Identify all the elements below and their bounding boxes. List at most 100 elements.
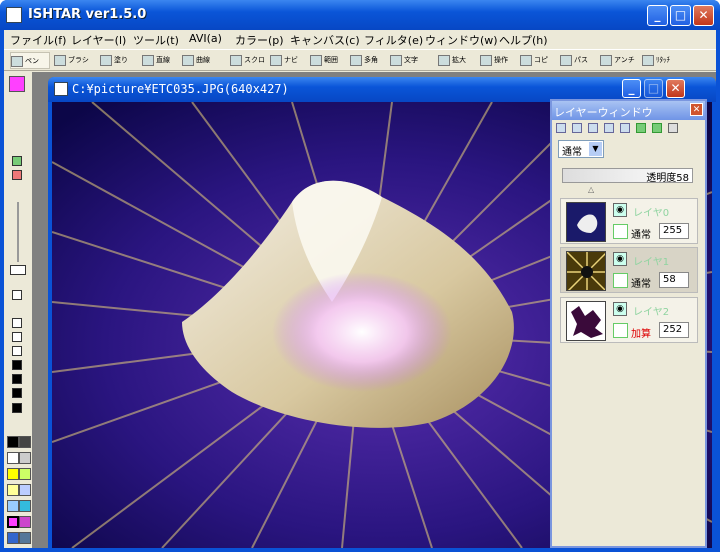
layer-lock-checkbox[interactable]: [613, 224, 628, 239]
blend-mode-select[interactable]: 通常 ▼: [558, 140, 604, 158]
tool-operate[interactable]: 操作: [480, 52, 518, 69]
layer-opacity[interactable]: 252: [659, 322, 689, 338]
tool-zoom[interactable]: 拡大: [438, 52, 476, 69]
layer-lock-checkbox[interactable]: [613, 323, 628, 338]
tool-antialias[interactable]: アンチ: [600, 52, 640, 69]
brush-tip-8[interactable]: [12, 403, 22, 413]
layer-row-1[interactable]: ◉ レイヤ1 通常 58: [560, 247, 698, 293]
close-button[interactable]: ✕: [693, 5, 714, 26]
tool-retouch[interactable]: ﾘﾀｯﾁ: [642, 52, 678, 69]
fill-icon: [100, 55, 112, 66]
pen-icon: [11, 56, 23, 67]
tool-pen[interactable]: ペン: [10, 52, 50, 69]
palette-swatch[interactable]: [19, 500, 31, 512]
menu-help[interactable]: ヘルプ(h): [499, 32, 548, 48]
palette-swatch-selected[interactable]: [7, 516, 19, 528]
brush-tip-7[interactable]: [12, 388, 22, 398]
antialias-icon: [600, 55, 612, 66]
palette-swatch[interactable]: [19, 532, 31, 544]
polygon-icon: [350, 55, 362, 66]
layer-window-title: レイヤーウィンドウ: [552, 101, 705, 120]
palette-swatch[interactable]: [7, 436, 19, 448]
doc-minimize-button[interactable]: _: [622, 79, 641, 98]
tool-polygon[interactable]: 多角: [350, 52, 386, 69]
remove-icon[interactable]: [12, 170, 22, 180]
tool-text[interactable]: 文字: [390, 52, 426, 69]
app-window: ISHTAR ver1.5.0 _ □ ✕ ファイル(f) レイヤー(l) ツー…: [0, 0, 720, 552]
new-layer-icon[interactable]: [556, 123, 566, 133]
doc-close-button[interactable]: ✕: [666, 79, 685, 98]
curve-icon: [182, 55, 194, 66]
title-bar: ISHTAR ver1.5.0 _ □ ✕: [0, 0, 720, 30]
delete-layer-icon[interactable]: [668, 123, 678, 133]
brush-tip-4[interactable]: [12, 346, 22, 356]
palette-swatch[interactable]: [19, 452, 31, 464]
tool-path[interactable]: パス: [560, 52, 596, 69]
menu-file[interactable]: ファイル(f): [10, 32, 66, 48]
maximize-button[interactable]: □: [670, 5, 691, 26]
minimize-button[interactable]: _: [647, 5, 668, 26]
palette-swatch[interactable]: [7, 532, 19, 544]
layer-opacity[interactable]: 58: [659, 272, 689, 288]
layer-row-0[interactable]: ◉ レイヤ0 通常 255: [560, 198, 698, 244]
opacity-bar[interactable]: 透明度58: [562, 168, 693, 184]
layer-name: レイヤ2: [633, 307, 670, 318]
tool-fill[interactable]: 塗り: [100, 52, 136, 69]
palette-swatch[interactable]: [7, 452, 19, 464]
layer-toolbar: [556, 123, 686, 135]
layer-name: レイヤ1: [633, 257, 670, 268]
brush-tip-5[interactable]: [12, 360, 22, 370]
menu-window[interactable]: ウィンドウ(w): [425, 32, 498, 48]
palette-swatch[interactable]: [7, 484, 19, 496]
opacity-slider-thumb[interactable]: △: [588, 185, 594, 194]
layer-row-2[interactable]: ◉ レイヤ2 加算 252: [560, 297, 698, 343]
merge-layer-icon[interactable]: [604, 123, 614, 133]
select-icon: [310, 55, 322, 66]
palette-swatch[interactable]: [19, 516, 31, 528]
tool-select[interactable]: 範囲: [310, 52, 346, 69]
eye-icon[interactable]: ◉: [613, 252, 627, 266]
brush-tip-1[interactable]: [12, 290, 22, 300]
layer-mode: 通常: [631, 230, 651, 241]
doc-maximize-button[interactable]: □: [644, 79, 663, 98]
menu-tool[interactable]: ツール(t): [133, 32, 179, 48]
tool-curve[interactable]: 曲線: [182, 52, 218, 69]
menu-filter[interactable]: フィルタ(e): [364, 32, 423, 48]
palette-swatch[interactable]: [19, 468, 31, 480]
eye-icon[interactable]: ◉: [613, 203, 627, 217]
brush-tip-2[interactable]: [12, 318, 22, 328]
brush-layer-icon[interactable]: [572, 123, 582, 133]
navigator-icon: [270, 55, 282, 66]
tool-line[interactable]: 直線: [142, 52, 178, 69]
menu-avi[interactable]: AVI(a): [189, 32, 222, 45]
palette-swatch[interactable]: [19, 484, 31, 496]
move-down-icon[interactable]: [636, 123, 646, 133]
palette-swatch[interactable]: [7, 468, 19, 480]
current-color-swatch[interactable]: [9, 76, 25, 92]
brush-tip-3[interactable]: [12, 332, 22, 342]
add-icon[interactable]: [12, 156, 22, 166]
layer-window-close-button[interactable]: ✕: [690, 103, 703, 116]
tool-navi[interactable]: ナビ: [270, 52, 306, 69]
tool-brush[interactable]: ブラシ: [54, 52, 94, 69]
eye-icon[interactable]: ◉: [613, 302, 627, 316]
layer-mode: 加算: [631, 329, 651, 340]
move-up-icon[interactable]: [652, 123, 662, 133]
brush-size-slider[interactable]: [17, 202, 19, 262]
operate-icon: [480, 55, 492, 66]
layer-opacity[interactable]: 255: [659, 223, 689, 239]
palette-swatch[interactable]: [19, 436, 31, 448]
path-icon: [560, 55, 572, 66]
save-layer-icon[interactable]: [620, 123, 630, 133]
tool-scroll[interactable]: スクロ: [230, 52, 270, 69]
palette-swatch[interactable]: [7, 500, 19, 512]
text-icon: [390, 55, 402, 66]
left-toolbox: [4, 72, 32, 548]
brush-tip-6[interactable]: [12, 374, 22, 384]
layer-lock-checkbox[interactable]: [613, 273, 628, 288]
menu-color[interactable]: カラー(p): [235, 32, 284, 48]
menu-canvas[interactable]: キャンバス(c): [290, 32, 360, 48]
tool-copy[interactable]: コピ: [520, 52, 556, 69]
eye-layer-icon[interactable]: [588, 123, 598, 133]
menu-layer[interactable]: レイヤー(l): [71, 32, 126, 48]
